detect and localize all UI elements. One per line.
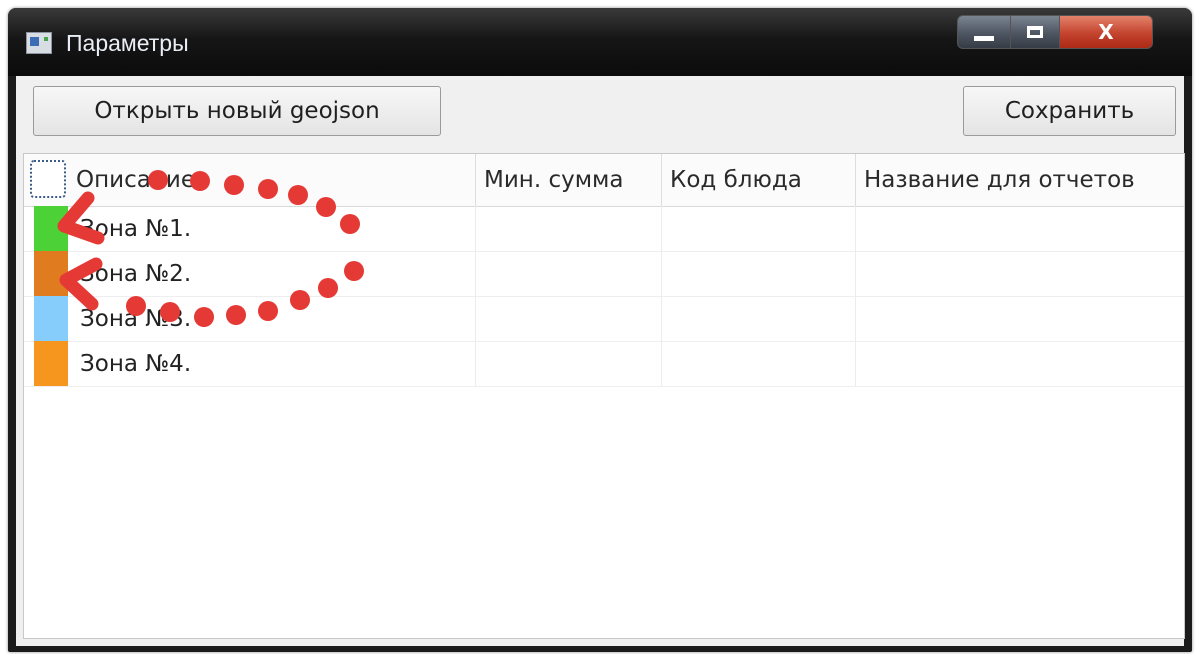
minimize-icon [974,35,994,41]
zone-color-swatch[interactable] [34,296,68,341]
cell-report-name[interactable] [856,251,1184,296]
cell-report-name[interactable] [856,341,1184,386]
table-row[interactable]: Зона №2. [24,251,1184,297]
zones-table[interactable]: Описание Мин. сумма Код блюда Название д… [23,153,1185,639]
client-area: Открыть новый geojson Сохранить Описание… [16,76,1185,646]
column-header-report-name[interactable]: Название для отчетов [856,154,1184,206]
cell-description[interactable]: Зона №1. [70,206,476,251]
cell-description[interactable]: Зона №3. [70,296,476,341]
select-all-checkbox[interactable] [30,160,66,198]
cell-min-sum[interactable] [476,251,662,296]
close-button[interactable]: X [1059,15,1153,49]
table-row[interactable]: Зона №4. [24,341,1184,387]
title-bar[interactable]: Параметры X [8,8,1192,76]
cell-dish-code[interactable] [662,296,856,341]
column-header-min-sum[interactable]: Мин. сумма [476,154,662,206]
zone-color-swatch[interactable] [34,251,68,296]
cell-report-name[interactable] [856,206,1184,251]
cell-description[interactable]: Зона №2. [70,251,476,296]
column-header-dish-code[interactable]: Код блюда [662,154,856,206]
window-title: Параметры [66,30,189,56]
open-geojson-button[interactable]: Открыть новый geojson [33,86,441,136]
table-row[interactable]: Зона №1. [24,206,1184,252]
table-header: Описание Мин. сумма Код блюда Название д… [24,154,1184,207]
save-button[interactable]: Сохранить [963,86,1176,136]
cell-report-name[interactable] [856,296,1184,341]
table-row[interactable]: Зона №3. [24,296,1184,342]
cell-dish-code[interactable] [662,206,856,251]
cell-dish-code[interactable] [662,251,856,296]
cell-min-sum[interactable] [476,341,662,386]
zone-color-swatch[interactable] [34,206,68,251]
close-icon: X [1098,20,1114,44]
parameters-window: Параметры X Открыть новый geojson Сохран… [8,8,1192,652]
maximize-button[interactable] [1010,15,1060,49]
app-window-icon [26,32,52,54]
column-header-description[interactable]: Описание [70,154,476,206]
minimize-button[interactable] [957,15,1011,49]
cell-description[interactable]: Зона №4. [70,341,476,386]
zone-color-swatch[interactable] [34,341,68,386]
cell-min-sum[interactable] [476,206,662,251]
maximize-icon [1027,26,1043,38]
cell-min-sum[interactable] [476,296,662,341]
cell-dish-code[interactable] [662,341,856,386]
